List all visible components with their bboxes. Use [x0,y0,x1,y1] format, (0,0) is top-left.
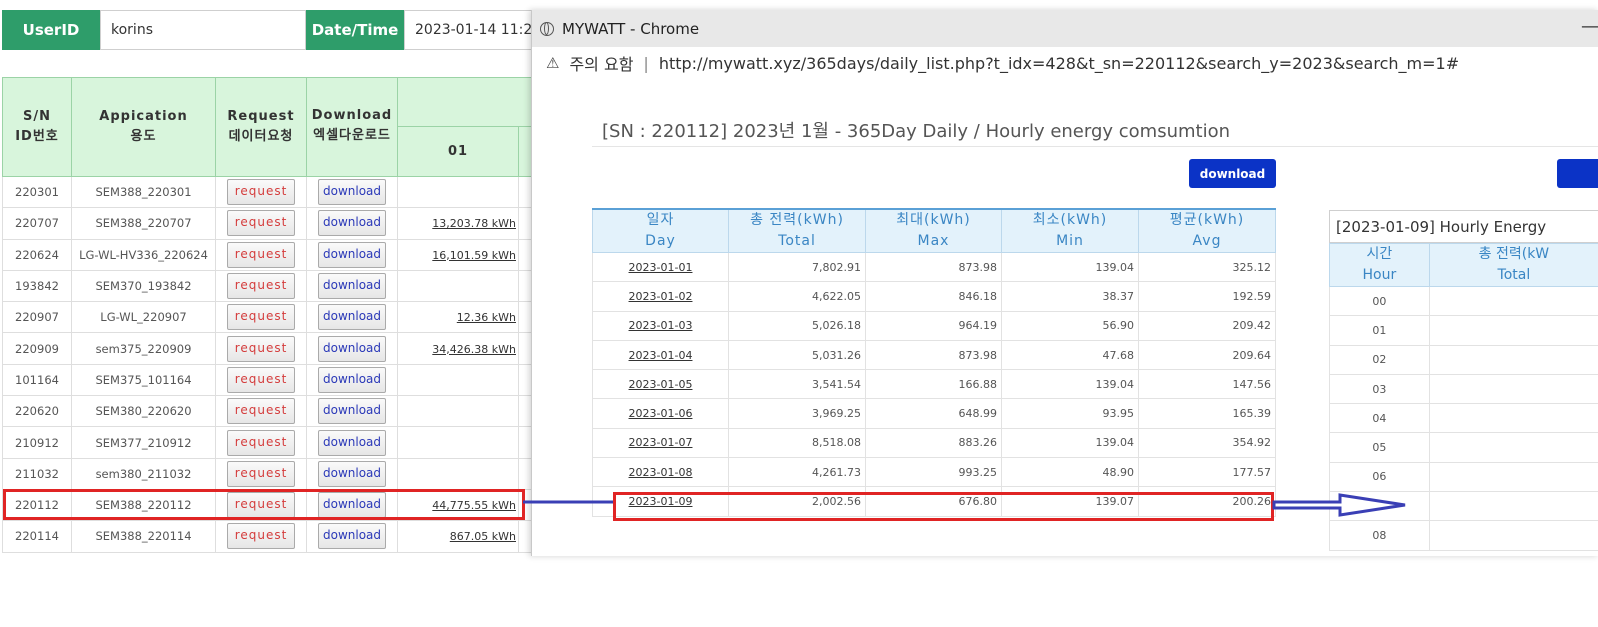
annotation-arrows [523,493,1406,517]
arrow-to-hourly-icon [1272,493,1406,517]
